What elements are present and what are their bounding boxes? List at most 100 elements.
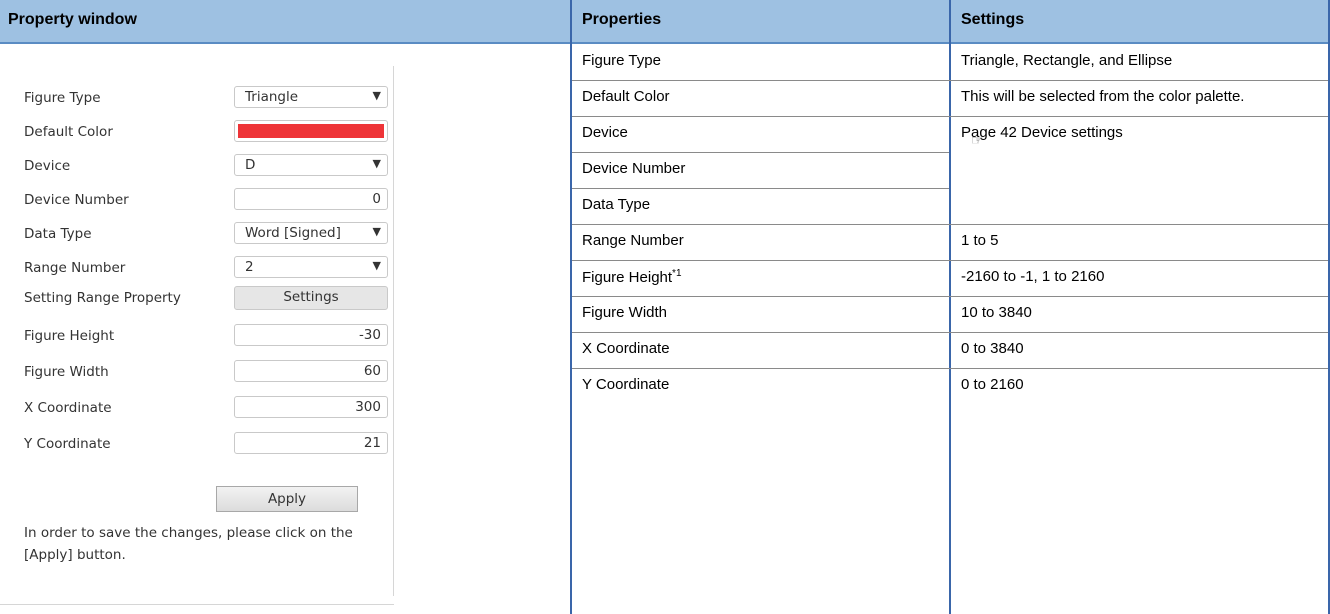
- label-data-type: Data Type: [24, 226, 92, 242]
- label-device-number: Device Number: [24, 192, 129, 208]
- cell-property: Y Coordinate: [572, 368, 949, 404]
- y-coordinate-value: 21: [363, 435, 381, 451]
- dropdown-arrow-icon: ▼: [372, 89, 381, 102]
- cell-property: Device: [572, 116, 949, 152]
- cell-setting: ☞ Page 42 Device settings: [951, 116, 1328, 152]
- property-text: Figure Width: [582, 304, 668, 321]
- setting-text: 0 to 3840: [961, 340, 1024, 357]
- property-text: Data Type: [582, 196, 651, 213]
- row-separator: [572, 80, 1328, 81]
- row-setting-range-property: Setting Range Property Settings: [24, 286, 394, 312]
- setting-text: 10 to 3840: [961, 304, 1032, 321]
- property-text-with-footnote: Figure Height*1: [582, 268, 682, 286]
- range-number-select[interactable]: 2 ▼: [234, 256, 388, 278]
- panel-divider: [0, 604, 394, 605]
- header-settings: Settings: [951, 0, 1328, 44]
- page-reference-link[interactable]: ☞ Page 42 Device settings: [961, 124, 1123, 148]
- device-value: D: [245, 157, 256, 173]
- figure-type-select[interactable]: Triangle ▼: [234, 86, 388, 108]
- y-coordinate-input[interactable]: 21: [234, 432, 388, 454]
- device-number-value: 0: [372, 191, 381, 207]
- figure-width-input[interactable]: 60: [234, 360, 388, 382]
- row-separator: [572, 116, 1328, 117]
- settings-button-label: Settings: [283, 289, 339, 305]
- row-device-number: Device Number 0: [24, 188, 394, 214]
- property-text: Figure Height: [582, 269, 673, 286]
- setting-text: -2160 to -1, 1 to 2160: [961, 268, 1105, 285]
- footnote-marker: *1: [672, 268, 682, 279]
- property-window-header: Property window: [0, 0, 570, 44]
- row-separator: [572, 188, 949, 189]
- setting-text: Page 42 Device settings: [961, 124, 1123, 141]
- x-coordinate-input[interactable]: 300: [234, 396, 388, 418]
- row-separator: [572, 368, 1328, 369]
- row-default-color: Default Color: [24, 120, 394, 146]
- cell-setting: -2160 to -1, 1 to 2160: [951, 260, 1328, 296]
- figure-height-input[interactable]: -30: [234, 324, 388, 346]
- cell-setting: 1 to 5: [951, 224, 1328, 260]
- cell-property: Default Color: [572, 80, 949, 116]
- row-data-type: Data Type Word [Signed] ▼: [24, 222, 394, 248]
- data-type-select[interactable]: Word [Signed] ▼: [234, 222, 388, 244]
- label-range-number: Range Number: [24, 260, 126, 276]
- row-separator: [572, 332, 1328, 333]
- range-number-value: 2: [245, 259, 254, 275]
- dropdown-arrow-icon: ▼: [372, 225, 381, 238]
- cell-property: Figure Width: [572, 296, 949, 332]
- label-x-coordinate: X Coordinate: [24, 400, 112, 416]
- row-y-coordinate: Y Coordinate 21: [24, 432, 394, 458]
- figure-height-value: -30: [358, 327, 381, 343]
- label-figure-type: Figure Type: [24, 90, 101, 106]
- property-text: Range Number: [582, 232, 684, 249]
- label-figure-width: Figure Width: [24, 364, 109, 380]
- row-separator: [572, 152, 949, 153]
- cell-setting: 0 to 3840: [951, 332, 1328, 368]
- settings-button[interactable]: Settings: [234, 286, 388, 310]
- figure-width-value: 60: [363, 363, 381, 379]
- label-device: Device: [24, 158, 71, 174]
- apply-button[interactable]: Apply: [216, 486, 358, 512]
- row-figure-height: Figure Height -30: [24, 324, 394, 350]
- cell-property: Device Number: [572, 152, 949, 188]
- default-color-picker[interactable]: [234, 120, 388, 142]
- setting-text: 1 to 5: [961, 232, 999, 249]
- cell-setting: 10 to 3840: [951, 296, 1328, 332]
- label-y-coordinate: Y Coordinate: [24, 436, 111, 452]
- cell-setting: 0 to 2160: [951, 368, 1328, 404]
- property-text: Y Coordinate: [582, 376, 670, 393]
- label-default-color: Default Color: [24, 124, 113, 140]
- device-number-input[interactable]: 0: [234, 188, 388, 210]
- cell-property: Data Type: [572, 188, 949, 224]
- setting-text: Triangle, Rectangle, and Ellipse: [961, 52, 1173, 69]
- cell-property: X Coordinate: [572, 332, 949, 368]
- row-separator: [572, 296, 1328, 297]
- dropdown-arrow-icon: ▼: [372, 157, 381, 170]
- row-range-number: Range Number 2 ▼: [24, 256, 394, 282]
- property-panel: Figure Type Triangle ▼ Default Color Dev…: [16, 66, 394, 596]
- color-swatch: [238, 124, 384, 138]
- dropdown-arrow-icon: ▼: [372, 259, 381, 272]
- header-properties-label: Properties: [582, 11, 662, 28]
- figure-type-value: Triangle: [245, 89, 299, 105]
- label-figure-height: Figure Height: [24, 328, 115, 344]
- setting-text: 0 to 2160: [961, 376, 1024, 393]
- property-text: X Coordinate: [582, 340, 670, 357]
- device-select[interactable]: D ▼: [234, 154, 388, 176]
- row-device: Device D ▼: [24, 154, 394, 180]
- property-text: Device: [582, 124, 628, 141]
- row-separator: [572, 224, 1328, 225]
- property-text: Figure Type: [582, 52, 661, 69]
- page-reference-icon: ☞: [971, 132, 984, 148]
- header-properties: Properties: [572, 0, 949, 44]
- data-type-value: Word [Signed]: [245, 225, 341, 241]
- row-separator: [572, 260, 1328, 261]
- label-setting-range-property: Setting Range Property: [24, 290, 181, 306]
- property-window-title: Property window: [8, 11, 137, 28]
- cell-property: Figure Type: [572, 44, 949, 80]
- cell-property: Range Number: [572, 224, 949, 260]
- header-settings-label: Settings: [961, 11, 1025, 28]
- row-figure-type: Figure Type Triangle ▼: [24, 86, 394, 112]
- row-figure-width: Figure Width 60: [24, 360, 394, 386]
- x-coordinate-value: 300: [355, 399, 381, 415]
- property-text: Device Number: [582, 160, 686, 177]
